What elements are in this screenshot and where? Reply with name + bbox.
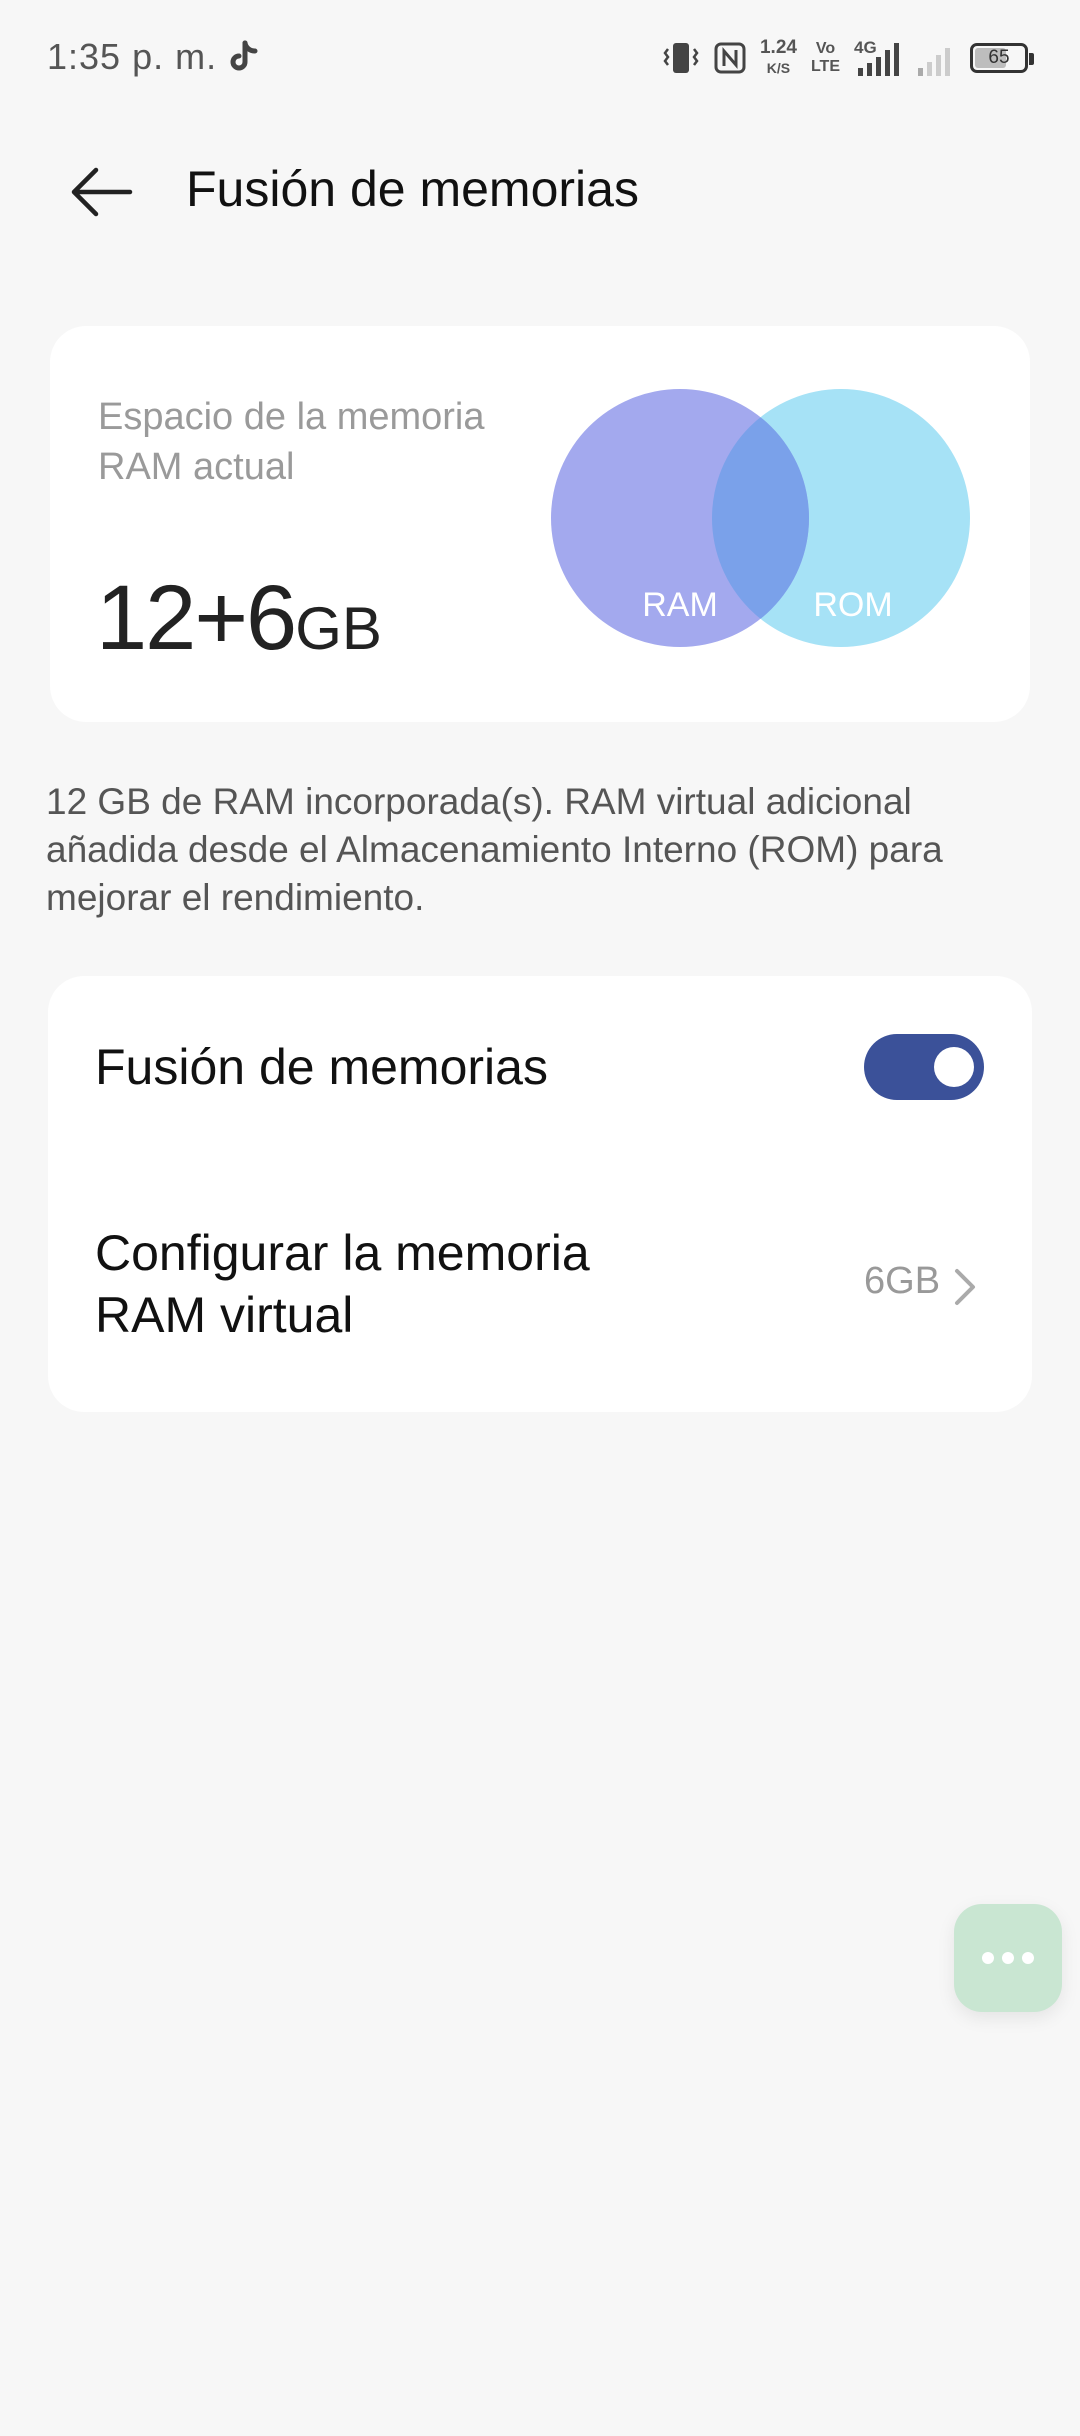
back-arrow-icon[interactable] [66, 162, 136, 222]
volte-top: Vo [815, 40, 836, 57]
signal-4g: 4G [854, 38, 902, 78]
status-bar: 1:35 p. m. 1.24 K/S Vo LTE 4G 65 [0, 0, 1080, 118]
virtual-ram-value: 6GB [864, 1260, 941, 1302]
signal-icon [858, 43, 899, 76]
memory-value: 12+6GB [96, 566, 382, 671]
volte-bottom: LTE [810, 58, 840, 75]
status-time: 1:35 p. m. [47, 36, 218, 77]
toggle-knob [934, 1047, 974, 1087]
venn-rom-label: ROM [813, 586, 892, 624]
description-text: 12 GB de RAM incorporada(s). RAM virtual… [46, 781, 943, 918]
more-dots-icon [982, 1952, 1034, 1964]
status-icons: 1.24 K/S Vo LTE 4G 65 [662, 30, 1034, 86]
virtual-ram-label: Configurar la memoria RAM virtual [95, 1225, 590, 1343]
vibrate-icon [663, 43, 699, 73]
tiktok-icon [230, 40, 258, 71]
fusion-setting-row[interactable]: Fusión de memorias [48, 976, 1032, 1156]
speed-value: 1.24 [759, 37, 797, 58]
signal-weak-icon [918, 48, 950, 76]
page-title: Fusión de memorias [186, 161, 639, 217]
memory-unit: GB [295, 595, 382, 662]
fusion-label: Fusión de memorias [95, 1039, 548, 1095]
chevron-right-icon [955, 1269, 975, 1305]
venn-ram-label: RAM [642, 586, 718, 624]
floating-more-button[interactable] [954, 1904, 1062, 2012]
battery-level: 65 [988, 47, 1010, 68]
memory-info-card: Espacio de la memoria RAM actual 12+6GB … [50, 326, 1030, 722]
memory-amount: 12+6 [96, 567, 297, 669]
memory-label: Espacio de la memoria RAM actual [98, 396, 485, 488]
speed-unit: K/S [766, 60, 791, 76]
volte-indicator: Vo LTE [811, 40, 840, 76]
battery-icon: 65 [970, 43, 1034, 73]
settings-card: Fusión de memorias Configurar la memoria… [48, 976, 1032, 1412]
fusion-toggle[interactable] [864, 1034, 984, 1100]
network-speed: 1.24 K/S [760, 38, 797, 78]
nfc-icon [714, 42, 746, 74]
ram-rom-venn-diagram: RAM ROM [551, 389, 970, 647]
virtual-ram-setting-row[interactable]: Configurar la memoria RAM virtual 6GB [48, 1176, 1032, 1412]
